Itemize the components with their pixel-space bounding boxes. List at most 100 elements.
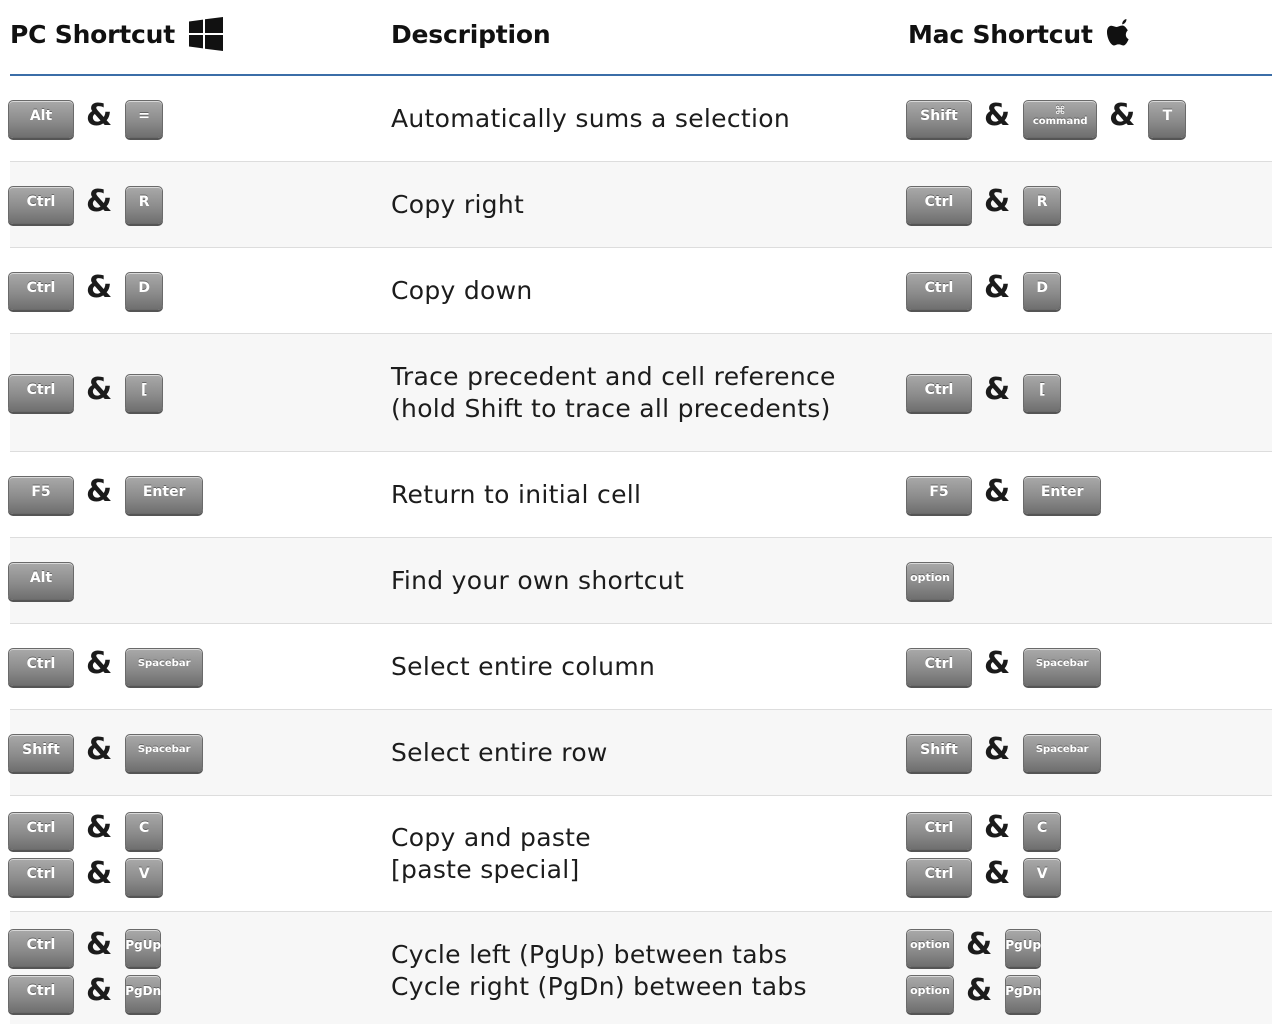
key-label: Enter — [142, 483, 186, 500]
key-equals: = — [125, 99, 164, 138]
key-label: PgDn — [125, 983, 162, 998]
ampersand-separator: & — [86, 97, 113, 133]
key-combination: Ctrl & R — [8, 182, 378, 228]
key-alt: Alt — [8, 561, 74, 600]
description-title: Description — [391, 19, 551, 49]
key-label: C — [139, 819, 150, 836]
description-cell: Select entire column — [391, 624, 891, 709]
key-combination: Shift & ⌘ command & T — [906, 96, 1266, 142]
key-label: F5 — [31, 483, 51, 500]
apple-logo-icon — [1106, 19, 1129, 46]
pc-shortcut-header: PC Shortcut — [10, 14, 223, 54]
key-combination: Ctrl & R — [906, 182, 1266, 228]
ampersand-separator: & — [984, 97, 1011, 133]
key-ctrl: Ctrl — [8, 647, 74, 686]
key-label: R — [138, 193, 150, 210]
mac-shortcut-cell: Ctrl & [ — [906, 334, 1266, 451]
description-text: [paste special] — [391, 854, 580, 884]
key-combination: Ctrl & V — [906, 854, 1266, 900]
key-label: D — [1036, 279, 1048, 296]
key-r: R — [1023, 185, 1062, 224]
key-combination: Ctrl & [ — [8, 370, 378, 416]
mac-shortcut-cell: Ctrl & Spacebar — [906, 624, 1266, 709]
key-left-bracket: [ — [125, 373, 164, 412]
key-ctrl: Ctrl — [906, 811, 972, 850]
ampersand-separator: & — [984, 809, 1011, 845]
key-label: Spacebar — [137, 744, 191, 755]
key-label: Ctrl — [924, 819, 954, 836]
key-combination: Shift & Spacebar — [8, 730, 378, 776]
ampersand-separator: & — [966, 972, 993, 1008]
key-ctrl: Ctrl — [8, 185, 74, 224]
key-d: D — [125, 271, 164, 310]
mac-shortcut-cell: option — [906, 538, 1266, 623]
key-label: Ctrl — [26, 655, 56, 672]
description-cell: Find your own shortcut — [391, 538, 891, 623]
ampersand-separator: & — [984, 855, 1011, 891]
key-label: Spacebar — [1035, 744, 1089, 755]
key-combination: Alt — [8, 558, 378, 604]
key-enter: Enter — [1023, 475, 1102, 514]
description-text: (hold Shift to trace all precedents) — [391, 393, 831, 423]
description-cell: Copy and paste [paste special] — [391, 796, 891, 911]
description-cell: Return to initial cell — [391, 452, 891, 537]
description-text: Cycle left (PgUp) between tabs — [391, 939, 788, 969]
key-combination: Ctrl & [ — [906, 370, 1266, 416]
key-label: Ctrl — [924, 381, 954, 398]
ampersand-separator: & — [86, 731, 113, 767]
ampersand-separator: & — [966, 926, 993, 962]
description-cell: Automatically sums a selection — [391, 76, 891, 161]
key-spacebar: Spacebar — [1023, 647, 1102, 686]
description-text: Return to initial cell — [391, 479, 642, 509]
key-v: V — [1023, 857, 1062, 896]
key-combination: option & PgDn — [906, 971, 1266, 1017]
pc-shortcut-cell: Ctrl & [ — [8, 334, 378, 451]
ampersand-separator: & — [1109, 97, 1136, 133]
pc-shortcut-cell: Shift & Spacebar — [8, 710, 378, 795]
ampersand-separator: & — [86, 972, 113, 1008]
key-label: Ctrl — [924, 279, 954, 296]
ampersand-separator: & — [984, 645, 1011, 681]
description-cell: Copy right — [391, 162, 891, 247]
key-label: PgUp — [1005, 937, 1042, 952]
key-pgdn: PgDn — [125, 974, 162, 1013]
ampersand-separator: & — [984, 269, 1011, 305]
key-ctrl: Ctrl — [906, 185, 972, 224]
key-enter: Enter — [125, 475, 204, 514]
mac-shortcut-cell: Shift & Spacebar — [906, 710, 1266, 795]
key-label: option — [910, 984, 950, 997]
description-text: Copy right — [391, 189, 525, 219]
key-ctrl: Ctrl — [8, 373, 74, 412]
key-label: T — [1162, 107, 1173, 124]
key-v: V — [125, 857, 164, 896]
key-ctrl: Ctrl — [8, 928, 74, 967]
key-label: Ctrl — [26, 279, 56, 296]
table-row: Ctrl & C Ctrl & V Copy and paste [paste special… — [8, 796, 1272, 912]
mac-shortcut-cell: F5 & Enter — [906, 452, 1266, 537]
ampersand-separator: & — [984, 731, 1011, 767]
key-label: [ — [140, 381, 148, 398]
key-combination: Ctrl & Spacebar — [906, 644, 1266, 690]
key-combination: Ctrl & PgUp — [8, 925, 378, 971]
key-label: R — [1036, 193, 1048, 210]
table-row: Ctrl & [Trace precedent and cell reference… — [8, 334, 1272, 452]
key-left-bracket: [ — [1023, 373, 1062, 412]
key-combination: Ctrl & PgDn — [8, 971, 378, 1017]
key-shift: Shift — [906, 99, 972, 138]
key-label: PgUp — [125, 937, 162, 952]
key-label: Ctrl — [26, 819, 56, 836]
key-t: T — [1148, 99, 1187, 138]
ampersand-separator: & — [86, 855, 113, 891]
key-spacebar: Spacebar — [125, 733, 204, 772]
mac-shortcut-title: Mac Shortcut — [908, 19, 1093, 49]
ampersand-separator: & — [86, 809, 113, 845]
key-label: option — [910, 571, 950, 584]
key-ctrl: Ctrl — [906, 271, 972, 310]
key-c: C — [125, 811, 164, 850]
key-command: ⌘ command — [1023, 99, 1098, 138]
table-row: Alt & = Automatically sums a selection Shift… — [8, 76, 1272, 162]
description-text: Cycle right (PgDn) between tabs — [391, 971, 807, 1001]
key-label: Shift — [920, 741, 958, 758]
description-cell: Cycle left (PgUp) between tabs Cycle righ… — [391, 912, 891, 1024]
key-label: Ctrl — [26, 865, 56, 882]
